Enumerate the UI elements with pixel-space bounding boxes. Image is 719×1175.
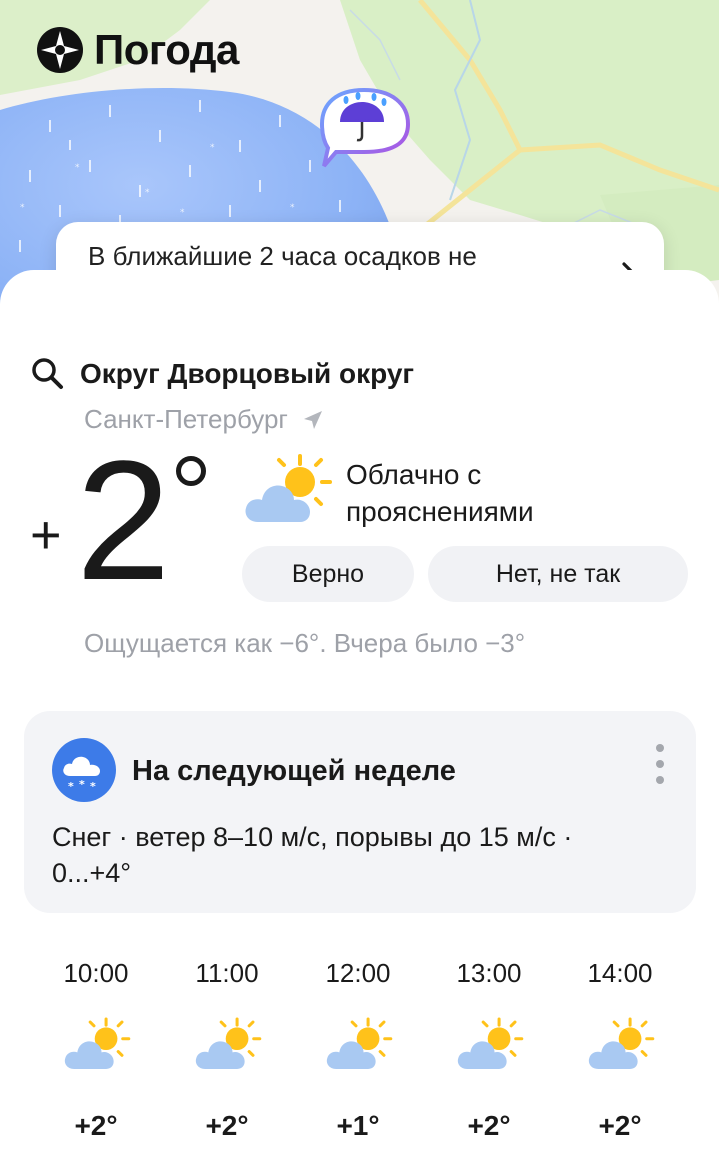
- svg-text:*: *: [75, 163, 80, 173]
- hour-temperature: +2°: [74, 1110, 118, 1141]
- hour-time: 11:00: [195, 958, 259, 988]
- svg-text:*: *: [68, 780, 74, 793]
- location-arrow-icon: [303, 410, 322, 429]
- feels-like-text: Ощущается как −6°. Вчера было −3°: [84, 628, 526, 658]
- svg-text:*: *: [180, 208, 185, 218]
- more-vertical-icon[interactable]: [650, 743, 670, 785]
- feedback-wrong-button[interactable]: Нет, не так: [428, 546, 688, 602]
- snow-cloud-icon: * * *: [52, 738, 116, 802]
- svg-text:*: *: [20, 203, 25, 213]
- svg-text:*: *: [79, 778, 85, 791]
- hourly-item[interactable]: 12:00 +1°: [292, 952, 424, 1162]
- current-temperature: + 2: [30, 436, 230, 618]
- temperature-value: 2: [76, 426, 171, 616]
- temperature-sign: +: [30, 505, 62, 565]
- hourly-item[interactable]: 10:00 +2°: [30, 952, 162, 1162]
- next-week-description: Снег · ветер 8–10 м/с, порывы до 15 м/с …: [52, 822, 573, 888]
- hourly-item[interactable]: 14:00 +2°: [554, 952, 686, 1162]
- hour-temperature: +1°: [336, 1110, 380, 1141]
- svg-text:*: *: [145, 188, 150, 198]
- svg-text:*: *: [290, 203, 295, 213]
- search-icon[interactable]: [30, 356, 66, 392]
- condition-text: Облачно с прояснениями: [346, 459, 534, 527]
- hour-temperature: +2°: [205, 1110, 249, 1141]
- svg-text:*: *: [210, 143, 215, 153]
- hour-time: 13:00: [456, 958, 522, 988]
- hour-time: 14:00: [587, 958, 653, 988]
- partly-cloudy-icon: [245, 454, 332, 522]
- svg-text:*: *: [90, 780, 96, 793]
- feedback-correct-button[interactable]: Верно: [242, 546, 414, 602]
- hourly-item[interactable]: 13:00 +2°: [423, 952, 555, 1162]
- umbrella-rain-icon[interactable]: [312, 86, 416, 170]
- yandex-weather-star-icon: [37, 27, 83, 73]
- location-selector[interactable]: Округ Дворцовый округ: [30, 356, 414, 392]
- next-week-card[interactable]: * * * На следующей неделе Снег · ветер 8–1…: [24, 711, 696, 913]
- hour-temperature: +2°: [598, 1110, 642, 1141]
- logo-text: Погода: [94, 26, 239, 73]
- next-week-title: На следующей неделе: [132, 755, 456, 787]
- degree-symbol: [176, 456, 206, 486]
- partly-cloudy-icon: [64, 1017, 131, 1069]
- partly-cloudy-icon: [457, 1017, 524, 1069]
- hour-time: 12:00: [325, 958, 391, 988]
- hour-time: 10:00: [63, 958, 129, 988]
- district-name[interactable]: Округ Дворцовый округ: [80, 358, 414, 390]
- hour-temperature: +2°: [467, 1110, 511, 1141]
- partly-cloudy-icon: [195, 1017, 262, 1069]
- hourly-item[interactable]: 11:00 +2°: [161, 952, 293, 1162]
- partly-cloudy-icon: [588, 1017, 655, 1069]
- app-logo: Погода: [36, 26, 239, 74]
- hourly-forecast[interactable]: 10:00 +2° 11:00 +2° 12:00 +1° 13:00 +2° …: [30, 952, 719, 1172]
- partly-cloudy-icon: [326, 1017, 393, 1069]
